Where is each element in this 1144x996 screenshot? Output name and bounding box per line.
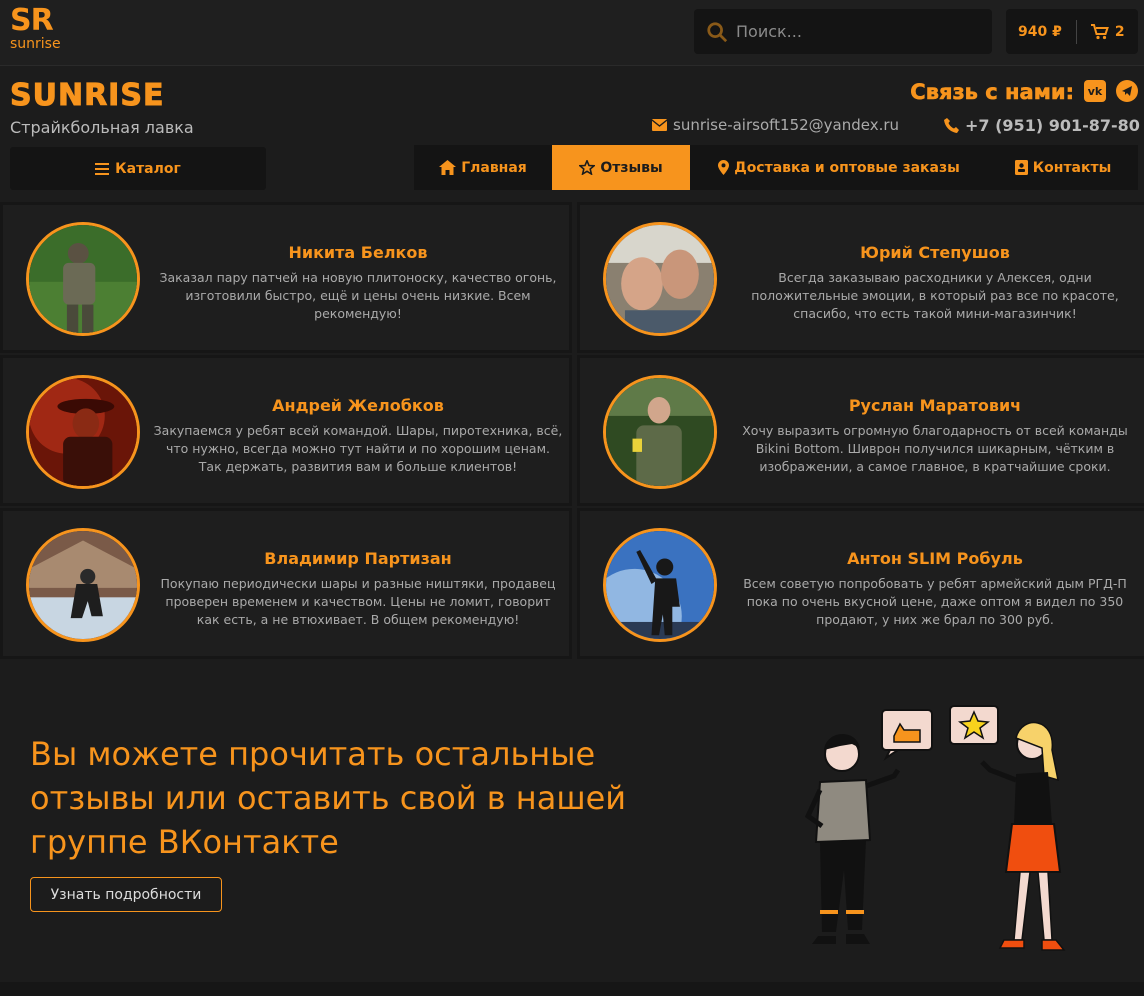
- promo-title: Вы можете прочитать остальные отзывы или…: [30, 735, 627, 861]
- reviewer-name: Антон SLIM Робуль: [847, 549, 1023, 568]
- review-text: Заказал пару патчей на новую плитоноску,…: [159, 270, 557, 321]
- logo-subtitle: sunrise: [10, 36, 61, 52]
- menu-icon: [95, 162, 110, 175]
- reviewer-avatar: [603, 222, 717, 336]
- logo[interactable]: SR sunrise: [10, 6, 74, 58]
- phone-text: +7 (951) 901-87-80: [965, 116, 1140, 135]
- top-bar: SR sunrise 940 ₽ 2: [0, 0, 1144, 66]
- reviewer-avatar: [26, 222, 140, 336]
- reviewer-avatar: [603, 528, 717, 642]
- nav-label: Доставка и оптовые заказы: [734, 159, 960, 176]
- main-nav: Главная Отзывы Доставка и оптовые заказы…: [414, 145, 1138, 190]
- phone-link[interactable]: +7 (951) 901-87-80: [944, 116, 1140, 135]
- review-text: Всегда заказываю расходники у Алексея, о…: [751, 270, 1119, 321]
- search-icon[interactable]: [706, 21, 728, 43]
- reviewer-avatar: [26, 375, 140, 489]
- reviewer-name: Юрий Степушов: [860, 243, 1010, 262]
- divider: [1075, 19, 1077, 44]
- home-icon: [439, 160, 457, 175]
- nav-label: Главная: [461, 159, 527, 176]
- search-box: [694, 9, 992, 54]
- search-input[interactable]: [736, 22, 976, 41]
- review-card: Юрий Степушов Всегда заказываю расходник…: [577, 202, 1144, 353]
- catalog-label: Каталог: [115, 160, 181, 177]
- star-icon: [579, 160, 596, 175]
- review-text: Покупаю периодически шары и разные ништя…: [160, 576, 556, 627]
- review-text: Хочу выразить огромную благодарность от …: [742, 423, 1128, 474]
- catalog-button[interactable]: Каталог: [10, 147, 266, 190]
- brand-tagline: Страйкбольная лавка: [10, 118, 194, 137]
- review-card: Владимир Партизан Покупаю периодически ш…: [0, 508, 572, 659]
- envelope-icon: [652, 119, 667, 131]
- cart-summary[interactable]: 940 ₽ 2: [1006, 9, 1138, 54]
- vk-icon[interactable]: vk: [1084, 80, 1106, 102]
- reviewer-name: Никита Белков: [288, 243, 428, 262]
- reviewer-avatar: [26, 528, 140, 642]
- nav-item-contacts[interactable]: Контакты: [988, 145, 1138, 190]
- review-card: Руслан Маратович Хочу выразить огромную …: [577, 355, 1144, 506]
- email-text: sunrise-airsoft152@yandex.ru: [673, 116, 900, 134]
- email-link[interactable]: sunrise-airsoft152@yandex.ru: [652, 116, 899, 134]
- footer-divider: [0, 982, 1144, 996]
- telegram-icon[interactable]: [1116, 80, 1138, 102]
- nav-label: Контакты: [1032, 159, 1112, 176]
- learn-more-button[interactable]: Узнать подробности: [30, 877, 222, 912]
- reviewer-avatar: [603, 375, 717, 489]
- map-marker-icon: [718, 160, 730, 175]
- nav-label: Отзывы: [600, 159, 663, 176]
- review-card: Антон SLIM Робуль Всем советую попробова…: [577, 508, 1144, 659]
- review-text: Закупаемся у ребят всей командой. Шары, …: [153, 423, 563, 474]
- reviewer-name: Владимир Партизан: [264, 549, 452, 568]
- nav-item-reviews[interactable]: Отзывы: [552, 145, 690, 190]
- review-card: Андрей Желобков Закупаемся у ребят всей …: [0, 355, 572, 506]
- cart-icon: [1090, 23, 1109, 39]
- review-card: Никита Белков Заказал пару патчей на нов…: [0, 202, 572, 353]
- cart-count: 2: [1114, 23, 1125, 40]
- contact-card-icon: [1014, 160, 1028, 175]
- nav-item-home[interactable]: Главная: [414, 145, 552, 190]
- brand-title: SUNRISE: [9, 78, 165, 114]
- people-chatting-illustration: [804, 705, 1066, 951]
- nav-item-delivery[interactable]: Доставка и оптовые заказы: [690, 145, 988, 190]
- cart-total: 940 ₽: [1018, 23, 1062, 40]
- reviews-grid: Никита Белков Заказал пару патчей на нов…: [0, 202, 1144, 662]
- phone-icon: [944, 118, 959, 133]
- logo-mark: SR: [10, 3, 54, 38]
- reviewer-name: Андрей Желобков: [272, 396, 444, 415]
- review-text: Всем советую попробовать у ребят армейск…: [743, 576, 1127, 627]
- contact-title: Связь с нами:: [910, 80, 1074, 105]
- reviewer-name: Руслан Маратович: [848, 396, 1022, 415]
